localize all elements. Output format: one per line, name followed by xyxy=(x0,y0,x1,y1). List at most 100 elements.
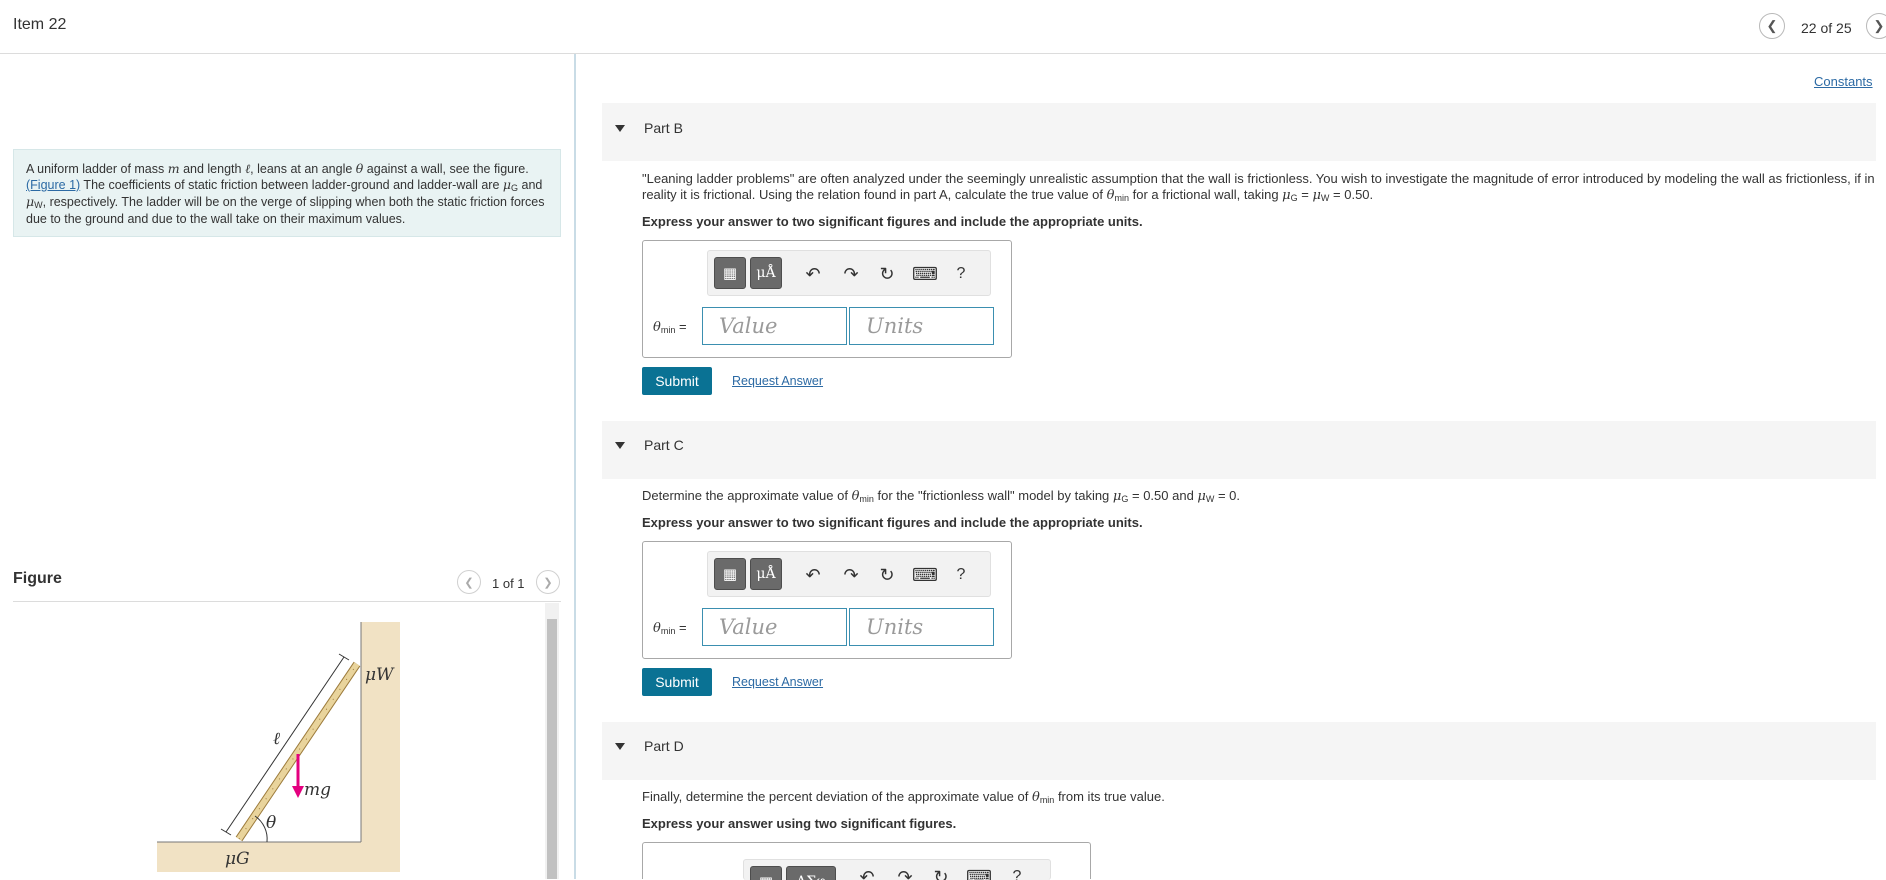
math-sub: min xyxy=(660,325,676,335)
chevron-right-icon: ❯ xyxy=(1873,18,1885,33)
ladder xyxy=(236,662,360,841)
redo-icon[interactable]: ↷ xyxy=(894,866,916,880)
problem-intro: A uniform ladder of mass m and length ℓ,… xyxy=(13,149,561,237)
math-sub: G xyxy=(1290,193,1298,203)
question-text: Determine the approximate value of xyxy=(642,488,852,503)
answer-variable-label: θmin = xyxy=(653,620,687,636)
symbols-button[interactable]: μÅ xyxy=(750,257,782,289)
part-c-answer-box: ▦ μÅ ↶ ↷ ↻ ⌨ ? θmin = Value Units xyxy=(642,541,1012,659)
math-theta: θ xyxy=(653,320,661,335)
intro-text: The coefficients of static friction betw… xyxy=(80,178,503,192)
templates-button[interactable]: ▦ xyxy=(750,866,782,880)
mu-g-label: μG xyxy=(225,849,250,869)
keyboard-icon[interactable]: ⌨ xyxy=(912,564,938,586)
reset-icon[interactable]: ↻ xyxy=(930,866,952,880)
part-c-header[interactable] xyxy=(602,421,1876,479)
mg-label: mg xyxy=(304,780,331,800)
intro-text: against a wall, see the figure. xyxy=(363,162,529,176)
dimension-tick xyxy=(338,653,350,661)
redo-icon[interactable]: ↷ xyxy=(840,564,862,586)
constants-link[interactable]: Constants xyxy=(1814,74,1873,89)
part-c-instruction: Express your answer to two significant f… xyxy=(642,515,1143,530)
undo-icon[interactable]: ↶ xyxy=(802,263,824,285)
caret-down-icon[interactable] xyxy=(615,743,625,750)
figure-scrollbar-thumb[interactable] xyxy=(547,619,557,879)
previous-item-button[interactable]: ❮ xyxy=(1759,13,1785,39)
keyboard-icon[interactable]: ⌨ xyxy=(912,263,938,285)
intro-text: , respectively. The ladder will be on th… xyxy=(26,195,545,226)
question-text: = 0. xyxy=(1214,488,1241,503)
figure-next-button[interactable]: ❯ xyxy=(536,570,560,594)
theta-label: θ xyxy=(266,813,276,833)
templates-button[interactable]: ▦ xyxy=(714,257,746,289)
figure-label: Figure xyxy=(13,570,62,587)
units-input[interactable]: Units xyxy=(849,608,994,646)
question-text: = xyxy=(1297,187,1313,202)
chevron-left-icon: ❮ xyxy=(464,576,474,589)
question-text: for a frictional wall, taking xyxy=(1128,187,1283,202)
part-b-header[interactable] xyxy=(602,103,1876,161)
intro-text: and length xyxy=(179,162,245,176)
figure-previous-button[interactable]: ❮ xyxy=(457,570,481,594)
help-icon[interactable]: ? xyxy=(1006,866,1028,880)
math-mu: μ xyxy=(1197,489,1206,504)
part-b-request-answer-link[interactable]: Request Answer xyxy=(732,374,823,388)
item-count: 22 of 25 xyxy=(1801,20,1852,36)
question-text: Finally, determine the percent deviation… xyxy=(642,789,1032,804)
redo-icon[interactable]: ↷ xyxy=(840,263,862,285)
part-d-question: Finally, determine the percent deviation… xyxy=(642,789,1165,806)
reset-icon[interactable]: ↻ xyxy=(876,263,898,285)
part-d-instruction: Express your answer using two significan… xyxy=(642,816,957,831)
symbols-button[interactable]: μÅ xyxy=(750,558,782,590)
caret-down-icon[interactable] xyxy=(615,442,625,449)
part-d-header[interactable] xyxy=(602,722,1876,780)
question-line: "Leaning ladder problems" are often anal… xyxy=(642,171,1875,186)
keyboard-icon[interactable]: ⌨ xyxy=(966,866,992,880)
part-c-submit-button[interactable]: Submit xyxy=(642,668,712,696)
help-icon[interactable]: ? xyxy=(950,564,972,586)
column-divider xyxy=(574,54,576,879)
part-c-request-answer-link[interactable]: Request Answer xyxy=(732,675,823,689)
templates-button[interactable]: ▦ xyxy=(714,558,746,590)
question-text: = 0.50. xyxy=(1329,187,1374,202)
caret-down-icon[interactable] xyxy=(615,125,625,132)
part-d-title: Part D xyxy=(644,738,684,754)
reset-icon[interactable]: ↻ xyxy=(876,564,898,586)
question-text: reality it is frictional. Using the rela… xyxy=(642,187,1107,202)
equals-sign: = xyxy=(675,319,687,334)
intro-text: , leans at an angle xyxy=(250,162,356,176)
ladder-figure: μW ℓ mg θ μG xyxy=(157,622,400,872)
value-input[interactable]: Value xyxy=(702,307,847,345)
ell-label: ℓ xyxy=(273,729,280,749)
part-b-submit-button[interactable]: Submit xyxy=(642,367,712,395)
templates-icon: ▦ xyxy=(722,264,738,282)
part-b-answer-box: ▦ μÅ ↶ ↷ ↻ ⌨ ? θmin = Value Units xyxy=(642,240,1012,358)
question-text: from its true value. xyxy=(1054,789,1165,804)
next-item-button[interactable]: ❯ xyxy=(1866,13,1886,39)
value-input[interactable]: Value xyxy=(702,608,847,646)
part-c-title: Part C xyxy=(644,437,684,453)
math-toolbar: ▦ ΑΣφ ↶ ↷ ↻ ⌨ ? xyxy=(743,859,1051,880)
undo-icon[interactable]: ↶ xyxy=(802,564,824,586)
greek-symbols-button[interactable]: ΑΣφ xyxy=(786,866,836,880)
math-sub: min xyxy=(859,494,874,504)
figure-count: 1 of 1 xyxy=(492,576,525,591)
math-sub: min xyxy=(660,626,676,636)
templates-icon: ▦ xyxy=(722,565,738,583)
question-text: for the "frictionless wall" model by tak… xyxy=(873,488,1113,503)
math-theta: θ xyxy=(1031,790,1040,805)
help-icon[interactable]: ? xyxy=(950,263,972,285)
mu-w-label: μW xyxy=(365,665,395,685)
chevron-right-icon: ❯ xyxy=(543,576,553,589)
length-dimension-line xyxy=(225,656,345,833)
undo-icon[interactable]: ↶ xyxy=(856,866,878,880)
part-b-instruction: Express your answer to two significant f… xyxy=(642,214,1143,229)
math-mu: μ xyxy=(26,194,35,209)
part-d-answer-box: ▦ ΑΣφ ↶ ↷ ↻ ⌨ ? xyxy=(642,842,1091,880)
part-b-title: Part B xyxy=(644,120,683,136)
math-toolbar: ▦ μÅ ↶ ↷ ↻ ⌨ ? xyxy=(707,551,991,597)
units-input[interactable]: Units xyxy=(849,307,994,345)
answer-variable-label: θmin = xyxy=(653,319,687,335)
figure-link[interactable]: (Figure 1) xyxy=(26,178,80,192)
math-toolbar: ▦ μÅ ↶ ↷ ↻ ⌨ ? xyxy=(707,250,991,296)
